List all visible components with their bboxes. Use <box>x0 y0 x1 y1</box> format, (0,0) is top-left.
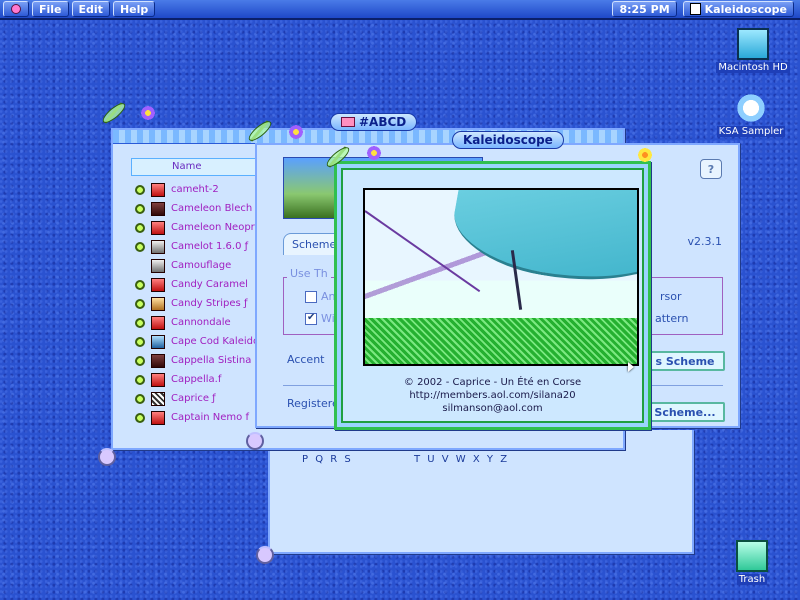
spiral-ornament-icon <box>98 448 116 466</box>
desktop-icon-macintosh-hd[interactable]: Macintosh HD <box>713 28 793 73</box>
font-name: cameht-2 <box>171 184 219 195</box>
font-name: Candy Stripes ƒ <box>171 298 248 309</box>
bullet-spacer <box>135 261 145 271</box>
enabled-bullet-icon <box>135 279 145 290</box>
font-name: Cappella.f <box>171 374 222 385</box>
font-name: Cameleon Neopren <box>171 222 268 233</box>
desktop-icon-trash[interactable]: Trash <box>712 540 792 585</box>
sail-shape <box>446 190 637 300</box>
font-name: Caprice ƒ <box>171 393 216 404</box>
deck-shape <box>365 318 637 364</box>
option-label-pattern: attern <box>655 312 689 325</box>
enabled-bullet-icon <box>135 184 145 195</box>
flower-ornament-icon <box>140 105 156 121</box>
font-name: Captain Nemo f <box>171 412 249 423</box>
font-window-title-label: #ABCD <box>359 115 407 129</box>
option-checkbox-1[interactable] <box>305 291 317 303</box>
accent-label: Accent <box>287 353 325 366</box>
website-link[interactable]: http://members.aol.com/silana20 <box>343 389 642 402</box>
font-file-icon <box>151 353 165 368</box>
option-label-cursor: rsor <box>660 290 682 303</box>
enabled-bullet-icon <box>135 222 145 233</box>
option-checkbox-2[interactable] <box>305 312 317 325</box>
enabled-bullet-icon <box>135 336 145 347</box>
font-file-icon <box>151 372 165 387</box>
version-label: v2.3.1 <box>687 235 723 248</box>
font-file-icon <box>151 258 165 273</box>
font-suitcase-icon <box>341 117 355 127</box>
sailboat-photo <box>363 188 639 366</box>
font-file-icon <box>151 334 165 349</box>
font-file-icon <box>151 277 165 292</box>
apple-icon <box>11 4 21 14</box>
font-file-icon <box>151 201 165 216</box>
application-icon <box>689 3 701 15</box>
application-menu[interactable]: Kaleidoscope <box>682 1 794 17</box>
desktop-icon-ksa-sampler[interactable]: KSA Sampler <box>711 87 791 137</box>
enabled-bullet-icon <box>135 412 145 423</box>
flower-ornament-icon <box>288 124 304 140</box>
enabled-bullet-icon <box>135 203 145 214</box>
menu-help[interactable]: Help <box>112 1 156 17</box>
font-file-icon <box>151 182 165 197</box>
menu-bar: File Edit Help 8:25 PM Kaleidoscope <box>0 0 800 20</box>
dragonfly-ornament-icon <box>100 100 126 126</box>
spiral-ornament-icon <box>246 432 264 450</box>
enabled-bullet-icon <box>135 241 145 252</box>
email-link[interactable]: silmanson@aol.com <box>343 402 642 415</box>
font-name: Camouflage <box>171 260 232 271</box>
font-file-icon <box>151 220 165 235</box>
enabled-bullet-icon <box>135 374 145 385</box>
about-kaleidoscope-window: © 2002 - Caprice - Un Été en Corse http:… <box>334 161 651 430</box>
font-window-title[interactable]: #ABCD <box>330 113 418 131</box>
font-name: Cannondale <box>171 317 231 328</box>
font-name: Candy Caramel <box>171 279 248 290</box>
char-row-2: T U V W X Y Z <box>414 454 510 465</box>
application-menu-label: Kaleidoscope <box>704 2 787 16</box>
enabled-bullet-icon <box>135 355 145 366</box>
about-panel: © 2002 - Caprice - Un Été en Corse http:… <box>341 168 644 423</box>
desktop-icon-label: Trash <box>736 574 768 585</box>
flower-ornament-icon <box>637 147 653 163</box>
ksa-sampler-icon <box>730 87 772 129</box>
help-button[interactable]: ? <box>700 159 722 179</box>
desktop-icon-label: Macintosh HD <box>716 62 790 73</box>
menu-clock[interactable]: 8:25 PM <box>612 1 677 17</box>
enabled-bullet-icon <box>135 298 145 309</box>
enabled-bullet-icon <box>135 317 145 328</box>
char-row-1: P Q R S <box>302 454 353 465</box>
use-theme-group-label: Use Th <box>287 267 331 280</box>
settings-window-title-label: Kaleidoscope <box>463 133 553 147</box>
menu-edit[interactable]: Edit <box>71 1 110 17</box>
settings-window-title[interactable]: Kaleidoscope <box>452 131 564 149</box>
font-name: Cameleon Blech <box>171 203 253 214</box>
apple-menu[interactable] <box>3 1 29 17</box>
copyright-text: © 2002 - Caprice - Un Été en Corse <box>403 377 582 388</box>
font-file-icon <box>151 315 165 330</box>
font-file-icon <box>151 391 165 406</box>
dragonfly-ornament-icon <box>324 144 350 170</box>
font-name: Camelot 1.6.0 ƒ <box>171 241 249 252</box>
about-credits: © 2002 - Caprice - Un Été en Corse http:… <box>343 376 642 415</box>
dragonfly-ornament-icon <box>246 118 272 144</box>
spiral-ornament-icon <box>256 546 274 564</box>
hard-drive-icon <box>737 28 769 60</box>
enabled-bullet-icon <box>135 393 145 404</box>
registered-label: Registere <box>287 397 339 410</box>
option-label-2: Wi <box>321 312 335 325</box>
font-file-icon <box>151 296 165 311</box>
font-file-icon <box>151 239 165 254</box>
edit-scheme-button[interactable]: Scheme... <box>645 402 725 422</box>
menu-file[interactable]: File <box>32 1 69 17</box>
desktop-icon-label: KSA Sampler <box>716 126 786 137</box>
trash-icon <box>736 540 768 572</box>
font-name: Cappella Sistina <box>171 355 252 366</box>
scheme-button[interactable]: s Scheme <box>645 351 725 371</box>
font-file-icon <box>151 410 165 425</box>
mouse-cursor-icon <box>628 362 634 372</box>
flower-ornament-icon <box>366 145 382 161</box>
